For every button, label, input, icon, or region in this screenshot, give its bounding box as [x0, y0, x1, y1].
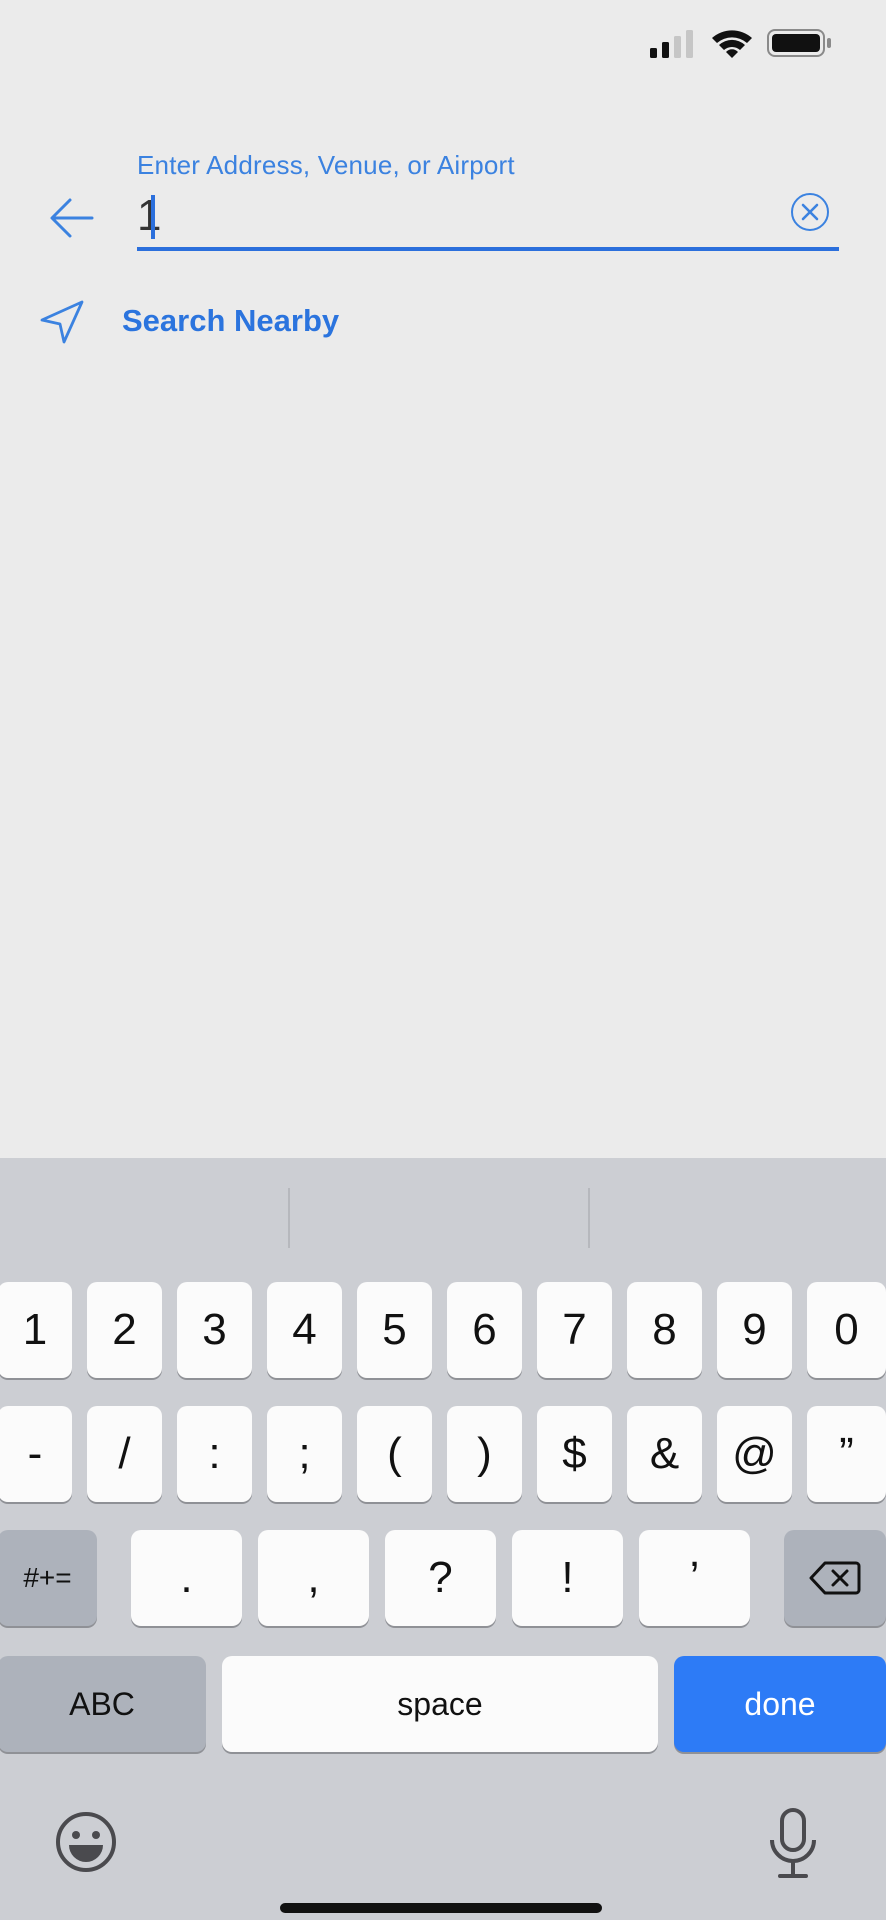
keyboard: 1 2 3 4 5 6 7 8 9 0 - / : ; ( ) $ & @ ” …: [0, 1158, 886, 1920]
key-4[interactable]: 4: [267, 1282, 342, 1378]
search-field-label: Enter Address, Venue, or Airport: [137, 150, 515, 180]
microphone-icon[interactable]: [766, 1806, 820, 1880]
key-comma[interactable]: ,: [258, 1530, 369, 1626]
status-bar: [0, 0, 886, 90]
suggestion-divider: [588, 1188, 590, 1248]
key-1[interactable]: 1: [0, 1282, 72, 1378]
key-close-paren[interactable]: ): [447, 1406, 522, 1502]
emoji-icon[interactable]: [54, 1810, 118, 1874]
key-question[interactable]: ?: [385, 1530, 496, 1626]
key-ampersand[interactable]: &: [627, 1406, 702, 1502]
key-8[interactable]: 8: [627, 1282, 702, 1378]
key-apostrophe[interactable]: ’: [639, 1530, 750, 1626]
key-6[interactable]: 6: [447, 1282, 522, 1378]
key-at[interactable]: @: [717, 1406, 792, 1502]
key-quote[interactable]: ”: [807, 1406, 886, 1502]
key-3[interactable]: 3: [177, 1282, 252, 1378]
key-9[interactable]: 9: [717, 1282, 792, 1378]
key-0[interactable]: 0: [807, 1282, 886, 1378]
location-arrow-icon: [40, 300, 84, 344]
key-delete[interactable]: [784, 1530, 886, 1626]
key-space[interactable]: space: [222, 1656, 658, 1752]
text-caret: [151, 195, 155, 239]
clear-icon[interactable]: [788, 190, 832, 234]
back-arrow-icon[interactable]: [40, 190, 110, 246]
key-2[interactable]: 2: [87, 1282, 162, 1378]
home-indicator[interactable]: [280, 1903, 602, 1913]
delete-icon: [809, 1561, 861, 1595]
key-semicolon[interactable]: ;: [267, 1406, 342, 1502]
key-hyphen[interactable]: -: [0, 1406, 72, 1502]
key-abc[interactable]: ABC: [0, 1656, 206, 1752]
key-open-paren[interactable]: (: [357, 1406, 432, 1502]
battery-icon: [767, 29, 831, 57]
key-5[interactable]: 5: [357, 1282, 432, 1378]
key-dollar[interactable]: $: [537, 1406, 612, 1502]
key-done[interactable]: done: [674, 1656, 886, 1752]
search-nearby-label: Search Nearby: [122, 303, 340, 338]
search-input[interactable]: [137, 188, 777, 244]
key-symbols-mode[interactable]: #+=: [0, 1530, 97, 1626]
wifi-icon: [712, 30, 752, 58]
search-nearby-button[interactable]: Search Nearby: [38, 296, 458, 346]
key-slash[interactable]: /: [87, 1406, 162, 1502]
cellular-signal-icon: [650, 30, 693, 58]
suggestion-divider: [288, 1188, 290, 1248]
key-exclamation[interactable]: !: [512, 1530, 623, 1626]
key-period[interactable]: .: [131, 1530, 242, 1626]
key-colon[interactable]: :: [177, 1406, 252, 1502]
key-7[interactable]: 7: [537, 1282, 612, 1378]
search-field-underline: [137, 247, 839, 251]
